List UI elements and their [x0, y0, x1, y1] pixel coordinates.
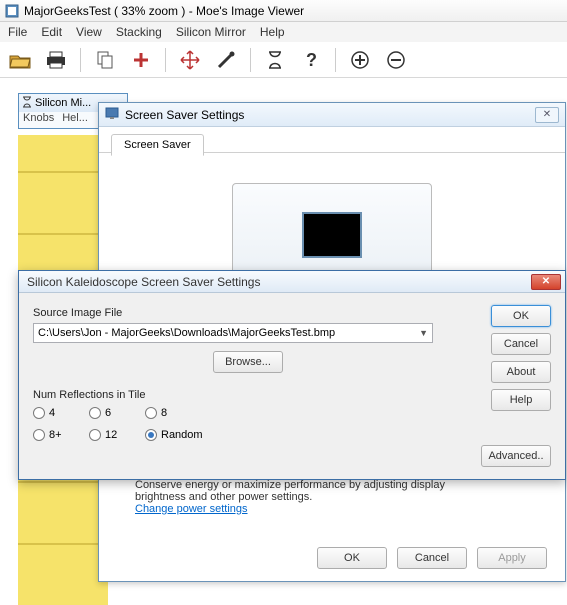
- ok-button[interactable]: OK: [491, 305, 551, 327]
- copy-icon[interactable]: [91, 46, 119, 74]
- radio-6[interactable]: 6: [89, 407, 145, 419]
- close-button[interactable]: ✕: [531, 274, 561, 290]
- screensaver-title: Screen Saver Settings: [125, 108, 244, 122]
- main-title: MajorGeeksTest ( 33% zoom ) - Moe's Imag…: [24, 4, 304, 18]
- menu-file[interactable]: File: [8, 25, 27, 39]
- kaleidoscope-settings-dialog: Silicon Kaleidoscope Screen Saver Settin…: [18, 270, 566, 480]
- apply-button[interactable]: Apply: [477, 547, 547, 569]
- reflections-radio-group: 4 6 8 8+ 12 Random: [33, 407, 551, 441]
- energy-text: Conserve energy or maximize performance …: [135, 479, 541, 515]
- dialog-titlebar[interactable]: Silicon Kaleidoscope Screen Saver Settin…: [19, 271, 565, 293]
- source-image-path: C:\Users\Jon - MajorGeeks\Downloads\Majo…: [38, 327, 335, 339]
- screensaver-icon: [105, 106, 119, 123]
- menu-help[interactable]: Hel...: [62, 112, 88, 128]
- separator: [80, 48, 81, 72]
- open-icon[interactable]: [6, 46, 34, 74]
- source-image-combo[interactable]: C:\Users\Jon - MajorGeeks\Downloads\Majo…: [33, 323, 433, 343]
- radio-8plus[interactable]: 8+: [33, 429, 89, 441]
- tab-screen-saver[interactable]: Screen Saver: [111, 134, 204, 156]
- main-toolbar: ?: [0, 42, 567, 78]
- silicon-mirror-title: Silicon Mi...: [35, 97, 91, 109]
- move-icon[interactable]: [176, 46, 204, 74]
- reflections-label: Num Reflections in Tile: [33, 389, 551, 401]
- radio-8[interactable]: 8: [145, 407, 225, 419]
- radio-12[interactable]: 12: [89, 429, 145, 441]
- source-image-label: Source Image File: [33, 307, 551, 319]
- svg-text:?: ?: [306, 50, 317, 70]
- menu-help[interactable]: Help: [260, 25, 285, 39]
- app-icon: [4, 3, 20, 19]
- advanced-button[interactable]: Advanced..: [481, 445, 551, 467]
- print-icon[interactable]: [42, 46, 70, 74]
- tab-strip: Screen Saver: [99, 127, 565, 153]
- menu-silicon-mirror[interactable]: Silicon Mirror: [176, 25, 246, 39]
- help-button[interactable]: Help: [491, 389, 551, 411]
- menu-stacking[interactable]: Stacking: [116, 25, 162, 39]
- close-button[interactable]: ✕: [535, 107, 559, 123]
- about-button[interactable]: About: [491, 361, 551, 383]
- separator: [250, 48, 251, 72]
- cancel-button[interactable]: Cancel: [397, 547, 467, 569]
- preview-screen: [302, 212, 362, 258]
- separator: [335, 48, 336, 72]
- radio-4[interactable]: 4: [33, 407, 89, 419]
- menu-edit[interactable]: Edit: [41, 25, 62, 39]
- question-icon[interactable]: ?: [297, 46, 325, 74]
- ok-button[interactable]: OK: [317, 547, 387, 569]
- add-icon[interactable]: [127, 46, 155, 74]
- dialog-side-buttons: OK Cancel About Help: [491, 305, 551, 411]
- separator: [165, 48, 166, 72]
- screensaver-titlebar[interactable]: Screen Saver Settings ✕: [99, 103, 565, 127]
- menu-knobs[interactable]: Knobs: [23, 112, 54, 128]
- main-menubar: File Edit View Stacking Silicon Mirror H…: [0, 22, 567, 42]
- dialog-title: Silicon Kaleidoscope Screen Saver Settin…: [27, 275, 531, 289]
- cancel-button[interactable]: Cancel: [491, 333, 551, 355]
- hourglass-icon[interactable]: [261, 46, 289, 74]
- menu-view[interactable]: View: [76, 25, 102, 39]
- main-titlebar: MajorGeeksTest ( 33% zoom ) - Moe's Imag…: [0, 0, 567, 22]
- change-power-settings-link[interactable]: Change power settings: [135, 503, 248, 515]
- chevron-down-icon: ▼: [419, 328, 428, 338]
- zoom-in-icon[interactable]: [346, 46, 374, 74]
- browse-button[interactable]: Browse...: [213, 351, 283, 373]
- wand-icon[interactable]: [212, 46, 240, 74]
- dialog-buttons: OK Cancel Apply: [317, 547, 547, 569]
- radio-random[interactable]: Random: [145, 429, 225, 441]
- zoom-out-icon[interactable]: [382, 46, 410, 74]
- hourglass-icon: [22, 96, 32, 111]
